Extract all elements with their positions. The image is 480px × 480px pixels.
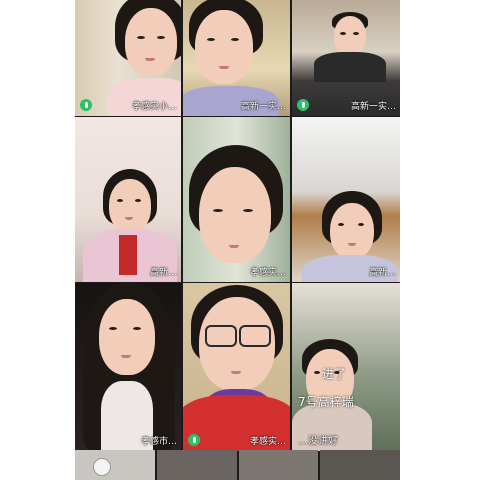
glasses-icon: [205, 325, 237, 347]
participant-name: 高新一实…: [350, 102, 396, 112]
mic-active-icon: [80, 99, 92, 111]
participant-grid: 孝感实小… 高新一实… 高新一实… 高新… 孝感实… 高新… 孝感市… 孝感实……: [75, 0, 400, 451]
mic-active-icon: [188, 434, 200, 446]
participant-tile[interactable]: 高新一实…: [292, 0, 400, 116]
participant-name: 高新一实…: [240, 102, 286, 112]
participant-name: 高新…: [149, 268, 177, 278]
participant-name: 孝感实…: [249, 437, 286, 447]
participant-thumbnail[interactable]: [75, 450, 155, 480]
participant-tile[interactable]: 进了 7号高梓瑞 …没讲好: [292, 283, 400, 451]
participant-name: 高新…: [368, 268, 396, 278]
participant-thumbnail[interactable]: [156, 450, 237, 480]
participant-tile[interactable]: 高新…: [292, 117, 400, 282]
participant-thumbnail[interactable]: [238, 450, 319, 480]
participant-tile[interactable]: 高新…: [75, 117, 181, 282]
chat-overlay-line: 进了: [322, 367, 347, 381]
participant-tile[interactable]: 孝感实…: [183, 117, 290, 282]
participant-thumbnail-strip: [75, 450, 400, 480]
participant-name: 孝感实小…: [131, 102, 177, 112]
participant-tile[interactable]: 孝感实…: [183, 283, 290, 451]
participant-name: 孝感实…: [249, 268, 286, 278]
emoji-icon: [93, 458, 111, 476]
participant-tile[interactable]: 孝感实小…: [75, 0, 181, 116]
participant-name: …没讲好: [298, 436, 338, 447]
video-conference-screen: 孝感实小… 高新一实… 高新一实… 高新… 孝感实… 高新… 孝感市… 孝感实……: [75, 0, 400, 480]
participant-name: 孝感市…: [140, 437, 177, 447]
participant-tile[interactable]: 高新一实…: [183, 0, 290, 116]
mic-active-icon: [297, 99, 309, 111]
participant-tile[interactable]: 孝感市…: [75, 283, 181, 451]
participant-thumbnail[interactable]: [320, 450, 400, 480]
chat-overlay-line: 7号高梓瑞: [298, 395, 354, 409]
